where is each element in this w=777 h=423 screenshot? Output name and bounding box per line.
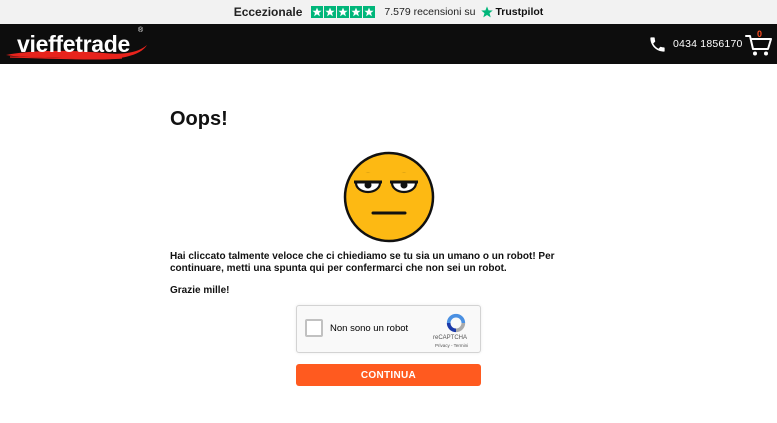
page-title: Oops! xyxy=(170,108,228,130)
trustpilot-rating-label: Eccezionale xyxy=(233,5,303,19)
star-icon xyxy=(324,6,337,18)
recaptcha-logo-icon xyxy=(446,313,466,333)
recaptcha-checkbox[interactable] xyxy=(305,319,323,337)
phone-icon[interactable] xyxy=(648,35,667,54)
star-icon xyxy=(363,6,376,18)
recaptcha-brand: reCAPTCHA xyxy=(433,335,468,341)
recaptcha-links[interactable]: Privacy - Termini xyxy=(435,343,468,348)
continue-button[interactable]: CONTINUA xyxy=(296,364,481,386)
robot-check-message: Hai cliccato talmente veloce che ci chie… xyxy=(170,251,555,274)
site-logo[interactable]: vieffetrade ® xyxy=(4,27,150,61)
star-icon xyxy=(350,6,363,18)
trustpilot-brand-text: Trustpilot xyxy=(495,6,544,18)
phone-number[interactable]: 0434 1856170 xyxy=(673,38,743,50)
recaptcha-label: Non sono un robot xyxy=(330,323,409,334)
trustpilot-reviews-count: 7.579 recensioni su xyxy=(384,6,476,18)
star-icon xyxy=(311,6,324,18)
registered-mark: ® xyxy=(138,27,144,34)
star-icon xyxy=(337,6,350,18)
suspicious-face-icon xyxy=(343,151,435,243)
trustpilot-stars xyxy=(311,6,376,18)
trustpilot-star-icon xyxy=(481,6,494,18)
cart-count-badge: 0 xyxy=(757,29,763,39)
trustpilot-bar[interactable]: Eccezionale 7.579 recensioni su Trustpil… xyxy=(0,0,777,24)
site-header: vieffetrade ® 0434 1856170 0 xyxy=(0,24,777,64)
logo-text: vieffetrade xyxy=(17,31,131,57)
recaptcha-widget: Non sono un robot reCAPTCHA Privacy - Te… xyxy=(296,305,481,353)
trustpilot-logo: Trustpilot xyxy=(481,6,543,18)
thanks-text: Grazie mille! xyxy=(170,285,230,296)
